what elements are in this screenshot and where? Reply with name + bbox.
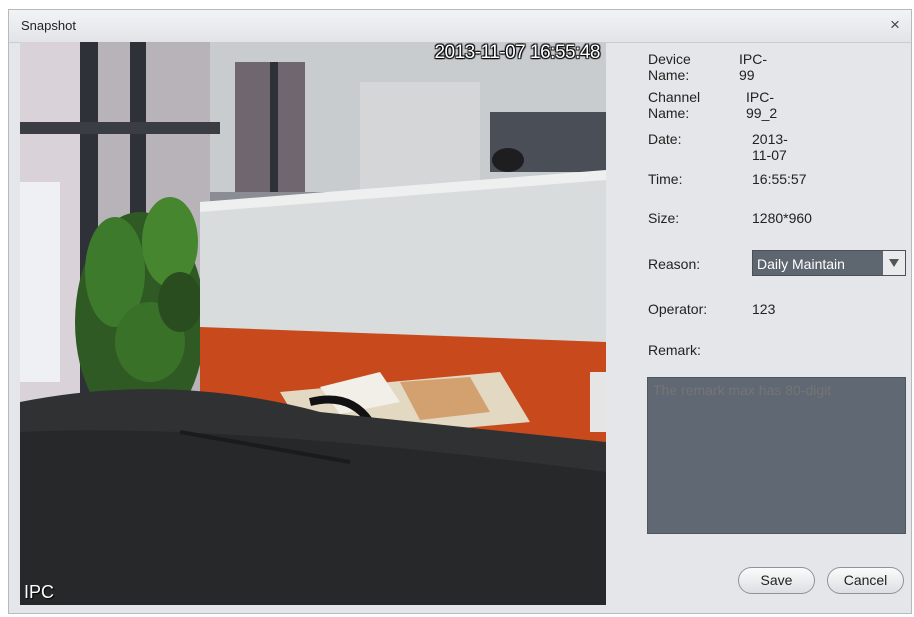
device-name-label: Device Name:	[648, 51, 691, 83]
dropdown-arrow-icon[interactable]	[883, 251, 905, 275]
video-timestamp: 2013-11-07 16:55:48	[434, 42, 600, 63]
date-value: 2013-11-07	[752, 131, 788, 163]
reason-dropdown[interactable]: Daily Maintain	[752, 250, 906, 276]
channel-name-value: IPC-99_2	[746, 89, 778, 121]
date-label: Date:	[648, 131, 682, 147]
close-icon[interactable]: ×	[885, 15, 905, 35]
remark-textarea[interactable]	[647, 377, 906, 534]
operator-label: Operator:	[648, 301, 708, 317]
device-name-value: IPC-99	[739, 51, 767, 83]
reason-selected-value: Daily Maintain	[757, 256, 845, 272]
dialog-title: Snapshot	[21, 18, 76, 33]
save-button[interactable]: Save	[738, 567, 815, 594]
operator-value: 123	[752, 301, 776, 317]
remark-label: Remark:	[648, 342, 701, 358]
snapshot-image: 2013-11-07 16:55:48 IPC	[20, 42, 606, 605]
time-value: 16:55:57	[752, 171, 807, 187]
snapshot-dialog: Snapshot × 2013-11-07 16:55:48 IPC Devic…	[8, 9, 912, 614]
title-bar: Snapshot ×	[9, 10, 911, 43]
size-value: 1280*960	[752, 210, 812, 226]
time-label: Time:	[648, 171, 683, 187]
cancel-button[interactable]: Cancel	[827, 567, 904, 594]
video-channel-label: IPC	[24, 582, 55, 602]
channel-name-label: Channel Name:	[648, 89, 701, 121]
reason-label: Reason:	[648, 256, 701, 272]
camera-scene	[20, 42, 606, 605]
size-label: Size:	[648, 210, 680, 226]
